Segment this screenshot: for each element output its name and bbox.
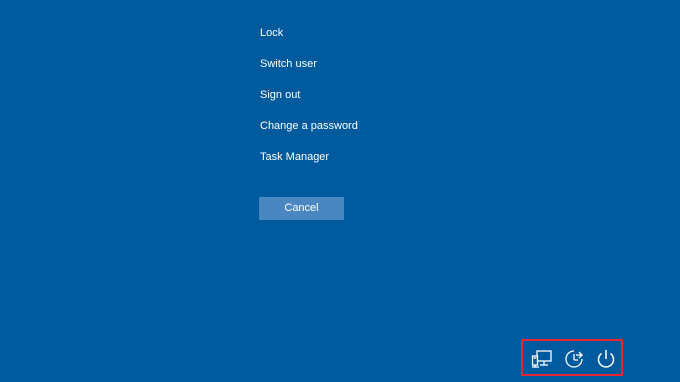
menu-item-switch-user[interactable]: Switch user xyxy=(260,55,358,86)
network-icon[interactable] xyxy=(531,348,553,370)
menu-item-sign-out[interactable]: Sign out xyxy=(260,86,358,117)
security-options-screen: Lock Switch user Sign out Change a passw… xyxy=(0,0,680,382)
ease-of-access-icon[interactable] xyxy=(563,348,585,370)
system-tray-highlight xyxy=(521,339,623,376)
menu-item-change-password[interactable]: Change a password xyxy=(260,117,358,148)
cancel-button[interactable]: Cancel xyxy=(259,197,344,220)
menu-item-task-manager[interactable]: Task Manager xyxy=(260,148,358,179)
power-icon[interactable] xyxy=(595,348,617,370)
security-options-menu: Lock Switch user Sign out Change a passw… xyxy=(260,24,358,179)
menu-item-lock[interactable]: Lock xyxy=(260,24,358,55)
